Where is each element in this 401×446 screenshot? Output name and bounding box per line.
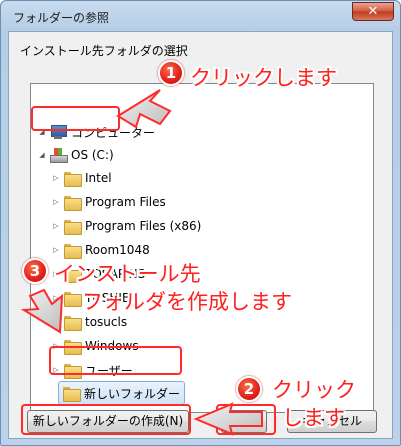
callout-step3-line2: フォルダを作成します	[82, 290, 292, 314]
step-badge-3: 3	[22, 258, 48, 284]
callout-step2-line2: します	[282, 406, 345, 430]
callout-step1: クリックします	[190, 66, 337, 90]
callout-step2-line1: クリック	[272, 378, 356, 402]
step-badge-1: 1	[158, 60, 184, 86]
arrow-step2-icon	[193, 402, 263, 436]
arrow-step3-icon	[20, 288, 64, 334]
callout-step3-line1: インストール先	[54, 262, 201, 286]
step-badge-2: 2	[236, 376, 262, 402]
arrow-step1-icon	[116, 89, 172, 129]
